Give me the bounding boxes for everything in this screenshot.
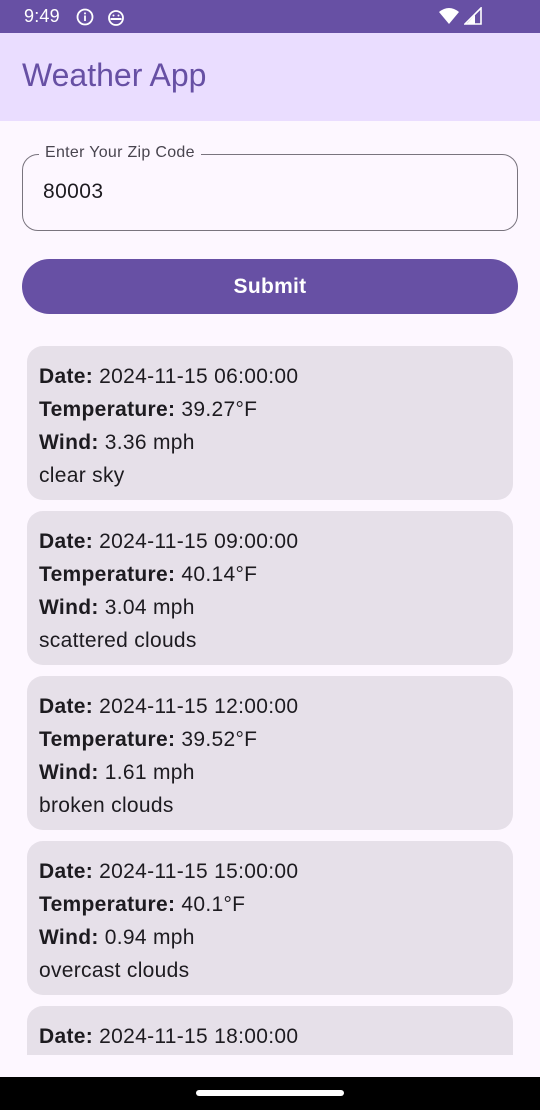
forecast-card: Date: 2024-11-15 09:00:00 Temperature: 4… — [27, 511, 513, 665]
forecast-list[interactable]: Date: 2024-11-15 06:00:00 Temperature: 3… — [0, 346, 540, 1055]
date-line: Date: 2024-11-15 06:00:00 — [39, 360, 501, 393]
temperature-line: Temperature: 39.52°F — [39, 723, 501, 756]
wind-value: 3.36 mph — [104, 431, 195, 454]
weather-description: broken clouds — [39, 794, 174, 817]
info-icon — [76, 8, 94, 26]
wind-line: Wind: 0.94 mph — [39, 921, 501, 954]
app-bar: Weather App — [0, 33, 540, 121]
forecast-card: Date: 2024-11-15 15:00:00 Temperature: 4… — [27, 841, 513, 995]
wifi-icon — [439, 8, 459, 24]
wind-line: Wind: 1.61 mph — [39, 756, 501, 789]
wind-value: 1.61 mph — [104, 761, 195, 784]
date-label: Date: — [39, 1025, 94, 1048]
wind-label: Wind: — [39, 596, 99, 619]
temperature-value: 40.1°F — [181, 893, 246, 916]
wind-line: Wind: 3.36 mph — [39, 426, 501, 459]
temperature-value: 39.52°F — [181, 728, 258, 751]
date-line: Date: 2024-11-15 09:00:00 — [39, 525, 501, 558]
date-value: 2024-11-15 12:00:00 — [99, 695, 299, 718]
temperature-line: Temperature: 39.27°F — [39, 393, 501, 426]
date-value: 2024-11-15 15:00:00 — [99, 860, 299, 883]
navigation-bar — [0, 1077, 540, 1110]
zip-code-field[interactable]: Enter Your Zip Code — [22, 144, 518, 231]
temperature-line: Temperature: 40.1°F — [39, 888, 501, 921]
date-value: 2024-11-15 06:00:00 — [99, 365, 299, 388]
weather-description: scattered clouds — [39, 629, 197, 652]
date-label: Date: — [39, 860, 94, 883]
weather-description: clear sky — [39, 464, 125, 487]
wind-line: Wind: 3.04 mph — [39, 591, 501, 624]
temperature-line: Temperature: 40.14°F — [39, 558, 501, 591]
forecast-card: Date: 2024-11-15 06:00:00 Temperature: 3… — [27, 346, 513, 500]
wind-value: 3.04 mph — [104, 596, 195, 619]
wind-label: Wind: — [39, 761, 99, 784]
temperature-label: Temperature: — [39, 728, 176, 751]
temperature-label: Temperature: — [39, 398, 176, 421]
date-value: 2024-11-15 09:00:00 — [99, 530, 299, 553]
weather-description: overcast clouds — [39, 959, 190, 982]
date-line: Date: 2024-11-15 15:00:00 — [39, 855, 501, 888]
wind-value: 0.94 mph — [104, 926, 195, 949]
zip-code-label: Enter Your Zip Code — [39, 144, 201, 162]
date-label: Date: — [39, 530, 94, 553]
wind-label: Wind: — [39, 431, 99, 454]
date-label: Date: — [39, 365, 94, 388]
app-title: Weather App — [22, 57, 207, 93]
date-line: Date: 2024-11-15 12:00:00 — [39, 690, 501, 723]
signal-icon — [464, 7, 482, 25]
status-right-icons — [438, 7, 482, 25]
submit-button[interactable]: Submit — [22, 259, 518, 314]
forecast-card: Date: 2024-11-15 18:00:00 — [27, 1006, 513, 1055]
temperature-value: 39.27°F — [181, 398, 258, 421]
temperature-label: Temperature: — [39, 563, 176, 586]
temperature-value: 40.14°F — [181, 563, 258, 586]
temperature-label: Temperature: — [39, 893, 176, 916]
date-line: Date: 2024-11-15 18:00:00 — [39, 1020, 501, 1053]
status-bar: 9:49 — [0, 0, 540, 33]
status-time: 9:49 — [24, 6, 60, 26]
zip-code-input[interactable] — [43, 175, 483, 209]
home-gesture-handle[interactable] — [196, 1090, 344, 1096]
wind-label: Wind: — [39, 926, 99, 949]
date-value: 2024-11-15 18:00:00 — [99, 1025, 299, 1048]
forecast-card: Date: 2024-11-15 12:00:00 Temperature: 3… — [27, 676, 513, 830]
android-icon — [108, 10, 124, 26]
date-label: Date: — [39, 695, 94, 718]
